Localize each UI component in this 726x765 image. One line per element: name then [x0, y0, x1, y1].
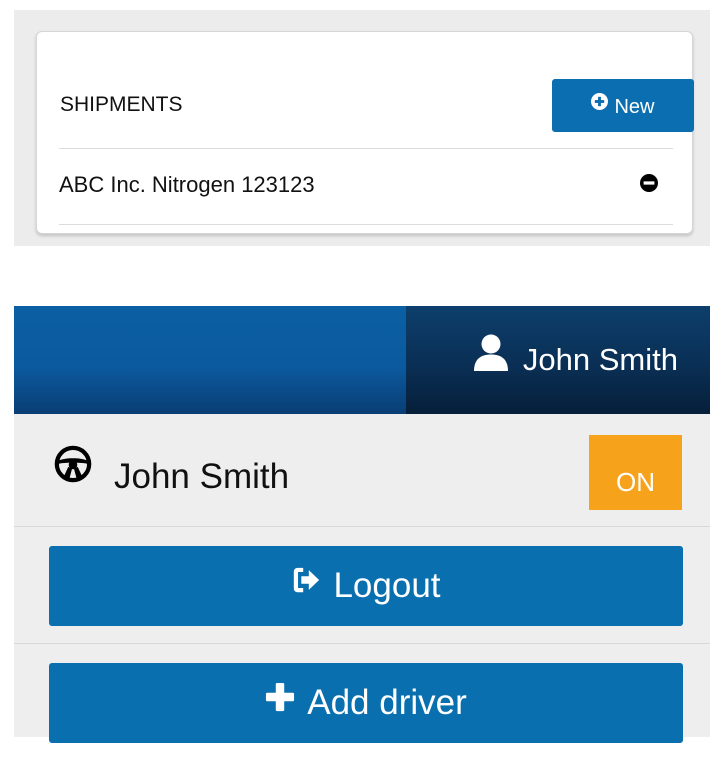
user-name: John Smith	[522, 342, 678, 377]
new-button-label: New	[614, 96, 655, 118]
divider	[59, 148, 673, 149]
user-icon	[473, 334, 508, 371]
plus-circle-icon	[591, 93, 609, 110]
divider	[59, 224, 673, 225]
shipments-card: SHIPMENTS New ABC Inc. Nitrogen 123123	[36, 31, 694, 234]
new-shipment-button[interactable]: New	[552, 79, 694, 132]
driver-status-label: ON	[616, 467, 655, 497]
plus-icon	[266, 682, 295, 712]
minus-circle-icon[interactable]	[640, 174, 658, 192]
driver-panel: John Smith ON Logout Add driver	[14, 414, 710, 743]
divider	[14, 643, 710, 644]
shipments-title: SHIPMENTS	[60, 93, 183, 116]
top-header-bar: John Smith	[14, 306, 710, 414]
logout-button[interactable]: Logout	[49, 546, 683, 626]
add-driver-label: Add driver	[307, 683, 467, 722]
driver-row: John Smith ON	[14, 414, 710, 526]
shipment-item[interactable]: ABC Inc. Nitrogen 123123	[59, 174, 315, 196]
user-menu[interactable]: John Smith	[406, 306, 710, 414]
add-driver-button[interactable]: Add driver	[49, 663, 683, 743]
sign-out-icon	[294, 567, 320, 593]
logout-label: Logout	[333, 566, 441, 605]
driver-name: John Smith	[114, 457, 290, 496]
divider	[14, 526, 710, 527]
driver-status-toggle[interactable]: ON	[589, 435, 682, 510]
steering-wheel-icon	[54, 445, 92, 483]
shipments-panel: SHIPMENTS New ABC Inc. Nitrogen 123123	[14, 10, 710, 246]
